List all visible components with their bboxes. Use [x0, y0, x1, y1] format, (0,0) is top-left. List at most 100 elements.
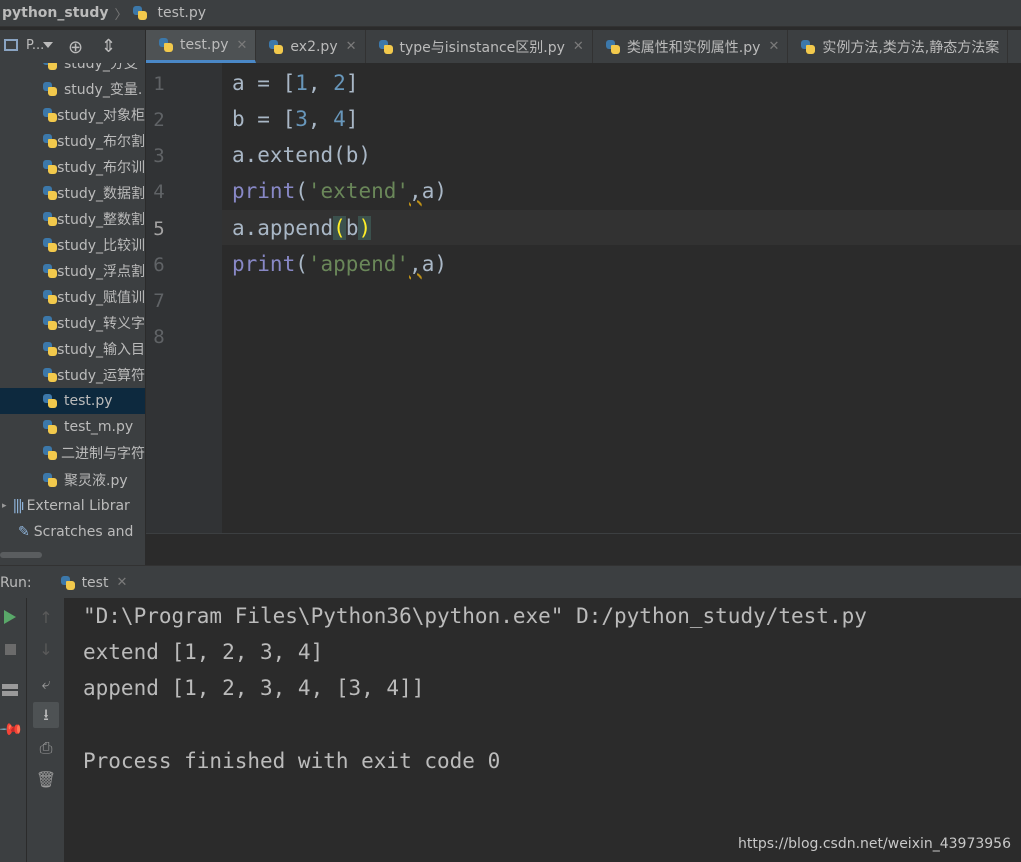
close-icon[interactable]: ✕ — [237, 38, 248, 53]
tree-item-label: Scratches and — [33, 524, 134, 540]
tree-item[interactable]: study_变量. — [0, 76, 145, 102]
tree-scratches[interactable]: ✎ Scratches and — [0, 519, 145, 545]
stop-icon[interactable] — [5, 644, 16, 655]
python-file-icon — [42, 263, 57, 279]
python-file-icon — [158, 37, 174, 53]
code-line-6: print('append',a) — [232, 252, 447, 276]
locate-icon[interactable]: ⊕ — [68, 37, 83, 58]
print-icon[interactable]: ⎙ — [27, 738, 65, 758]
close-icon[interactable]: ✕ — [573, 39, 584, 54]
python-file-icon — [268, 39, 284, 55]
tree-item-label: study_变量. — [64, 82, 143, 98]
tree-item-label: study_布尔割 — [57, 134, 145, 150]
soft-wrap-icon[interactable]: ⤶ — [27, 674, 65, 694]
python-file-icon — [42, 63, 58, 71]
python-file-icon — [42, 107, 57, 123]
tree-item[interactable]: study_赋值训 — [0, 284, 145, 310]
project-view-icon[interactable] — [4, 39, 18, 51]
tree-item[interactable]: study_比较训 — [0, 232, 145, 258]
tree-item[interactable]: study_布尔割 — [0, 128, 145, 154]
pin-icon[interactable]: 📌 — [0, 715, 25, 744]
run-tab-label: test — [81, 574, 109, 591]
tree-item[interactable]: 二进制与字符 — [0, 440, 145, 466]
python-file-icon — [42, 341, 57, 357]
project-view-selector[interactable]: P... — [26, 38, 44, 53]
scroll-to-end-icon[interactable]: ⭳ — [27, 704, 65, 731]
tab-class-attributes[interactable]: 类属性和实例属性.py ✕ — [593, 30, 789, 63]
tree-horizontal-scrollbar[interactable] — [0, 552, 42, 558]
code-line-1: a = [1, 2] — [232, 71, 359, 95]
code-line-5: a.append(b) — [232, 216, 372, 240]
code-area[interactable]: a = [1, 2] b = [3, 4] a.extend(b) print(… — [222, 63, 1021, 533]
python-file-icon — [800, 39, 816, 55]
tree-external-libraries[interactable]: ▸ |||ı External Librar — [0, 493, 145, 519]
editor-gutter: 1 2 3 4 5 6 7 8 — [146, 63, 223, 533]
line-number-current: 5 — [153, 218, 165, 240]
close-icon[interactable]: ✕ — [346, 39, 357, 54]
tab-label: 类属性和实例属性.py — [626, 39, 761, 56]
line-number: 8 — [153, 326, 165, 348]
tree-item[interactable]: study_整数割 — [0, 206, 145, 232]
tree-item[interactable]: study_运算符 — [0, 362, 145, 388]
breadcrumb-project[interactable]: python_study — [0, 5, 109, 21]
tree-item[interactable]: study_对象柜 — [0, 102, 145, 128]
line-number: 7 — [153, 290, 165, 312]
run-console[interactable]: "D:\Program Files\Python36\python.exe" D… — [64, 598, 1021, 862]
tree-item[interactable]: test_m.py — [0, 414, 145, 440]
tree-item-label: 聚灵液.py — [64, 473, 128, 489]
editor-tab-bar: test.py ✕ ex2.py ✕ type与isinstance区别.py … — [146, 30, 1021, 63]
python-file-icon — [42, 237, 57, 253]
breadcrumb-separator-icon: 〉 — [114, 7, 128, 23]
tree-item-selected[interactable]: test.py — [0, 388, 145, 414]
python-icon — [60, 575, 76, 591]
console-line: "D:\Program Files\Python36\python.exe" D… — [83, 604, 867, 628]
tab-ex2-py[interactable]: ex2.py ✕ — [256, 30, 366, 63]
tab-label: ex2.py — [290, 38, 338, 55]
tree-item[interactable]: study_数据割 — [0, 180, 145, 206]
tree-item[interactable]: study_布尔训 — [0, 154, 145, 180]
tree-item-label: study_比较训 — [57, 238, 145, 254]
navigation-bar: python_study 〉 test.py — [0, 0, 1021, 27]
project-tree: study_分支 study_变量. study_对象柜 study_布尔割 s… — [0, 63, 145, 565]
code-line-3: a.extend(b) — [232, 143, 372, 167]
collapse-all-icon[interactable]: ⇕ — [101, 36, 116, 57]
watermark: https://blog.csdn.net/weixin_43973956 — [737, 836, 1011, 852]
tab-methods[interactable]: 实例方法,类方法,静态方法案 — [788, 30, 1009, 63]
chevron-down-icon[interactable] — [43, 42, 53, 48]
tab-test-py[interactable]: test.py ✕ — [146, 30, 257, 63]
tree-item-label: study_赋值训 — [57, 290, 145, 306]
tree-item-label: study_分支 — [64, 63, 138, 72]
tree-item[interactable]: study_分支 — [0, 63, 145, 76]
tree-item[interactable]: study_输入目 — [0, 336, 145, 362]
breadcrumb-file[interactable]: test.py — [158, 5, 207, 21]
python-file-icon — [42, 367, 57, 383]
python-file-icon — [42, 81, 58, 97]
tree-item-label: test.py — [64, 393, 113, 409]
run-toolbar-primary: 📌 — [0, 598, 26, 862]
tab-label: 实例方法,类方法,静态方法案 — [822, 39, 1000, 56]
tree-item[interactable]: 聚灵液.py — [0, 467, 145, 493]
python-file-icon — [605, 39, 621, 55]
rerun-icon[interactable] — [4, 610, 16, 624]
tree-item[interactable]: study_浮点割 — [0, 258, 145, 284]
arrow-down-icon[interactable]: ↓ — [27, 640, 65, 659]
tree-item-label: study_输入目 — [57, 342, 145, 358]
arrow-up-icon[interactable]: ↑ — [27, 608, 65, 627]
close-icon[interactable]: ✕ — [768, 39, 779, 54]
run-label: Run: — [0, 574, 32, 591]
tab-type-isinstance[interactable]: type与isinstance区别.py ✕ — [366, 30, 593, 63]
python-file-icon — [42, 159, 57, 175]
tab-label: test.py — [180, 37, 229, 53]
close-icon[interactable]: ✕ — [116, 575, 127, 590]
python-file-icon — [42, 472, 58, 488]
tree-item-label: study_转义字 — [57, 316, 145, 332]
tree-item[interactable]: study_转义字 — [0, 310, 145, 336]
console-line: extend [1, 2, 3, 4] — [83, 640, 324, 664]
trash-icon[interactable]: 🗑 — [27, 770, 65, 789]
layout-icon[interactable] — [2, 684, 18, 696]
python-file-icon — [132, 5, 148, 21]
chevron-right-icon[interactable]: ▸ — [2, 501, 7, 511]
tree-item-label: External Librar — [26, 498, 130, 514]
run-tab[interactable]: test ✕ — [56, 566, 138, 599]
scratches-icon: ✎ — [18, 524, 30, 540]
